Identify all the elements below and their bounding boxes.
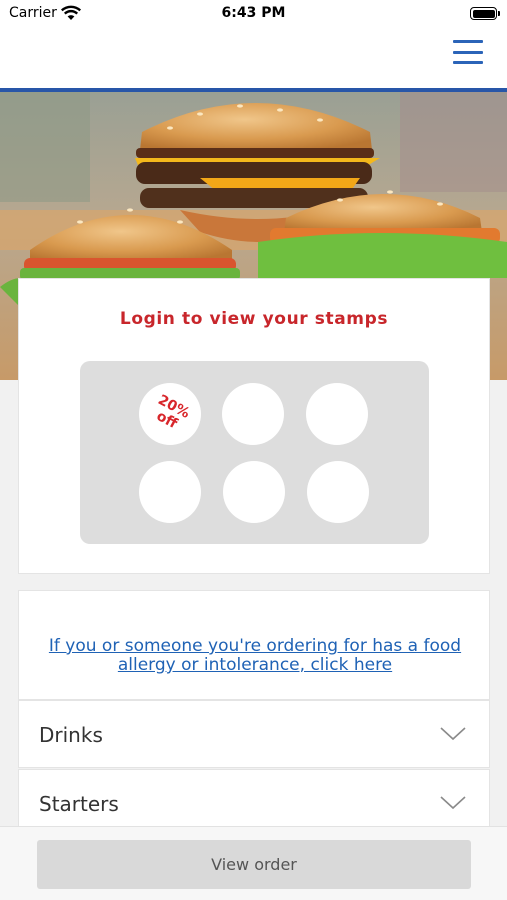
allergy-card: If you or someone you're ordering for ha… <box>18 590 490 700</box>
nav-bar <box>0 28 507 88</box>
status-time: 6:43 PM <box>221 5 286 21</box>
stamp-card: Login to view your stamps 20% off <box>18 278 490 574</box>
status-bar: Carrier 6:43 PM <box>0 0 507 28</box>
allergy-info-link[interactable]: If you or someone you're ordering for ha… <box>39 637 471 675</box>
hamburger-menu-icon[interactable] <box>453 38 483 66</box>
stamp-card-title[interactable]: Login to view your stamps <box>19 309 489 329</box>
stamp-slot-discount: 20% off <box>139 383 201 445</box>
category-label: Drinks <box>39 723 103 747</box>
stamp-slot <box>139 461 201 523</box>
stamp-board: 20% off <box>80 361 429 544</box>
chevron-down-icon <box>440 727 466 741</box>
category-row-drinks[interactable]: Drinks <box>18 700 490 768</box>
stamp-slot <box>222 383 284 445</box>
app-screen: Carrier 6:43 PM Login to view your stamp… <box>0 0 507 900</box>
stamp-slot <box>306 383 368 445</box>
stamp-discount-text: 20% off <box>153 392 193 433</box>
chevron-down-icon <box>440 796 466 810</box>
view-order-button[interactable]: View order <box>37 840 471 889</box>
stamp-slot <box>223 461 285 523</box>
bottom-bar: View order <box>0 826 507 900</box>
category-label: Starters <box>39 792 119 816</box>
battery-icon <box>470 7 500 20</box>
stamp-slot <box>307 461 369 523</box>
